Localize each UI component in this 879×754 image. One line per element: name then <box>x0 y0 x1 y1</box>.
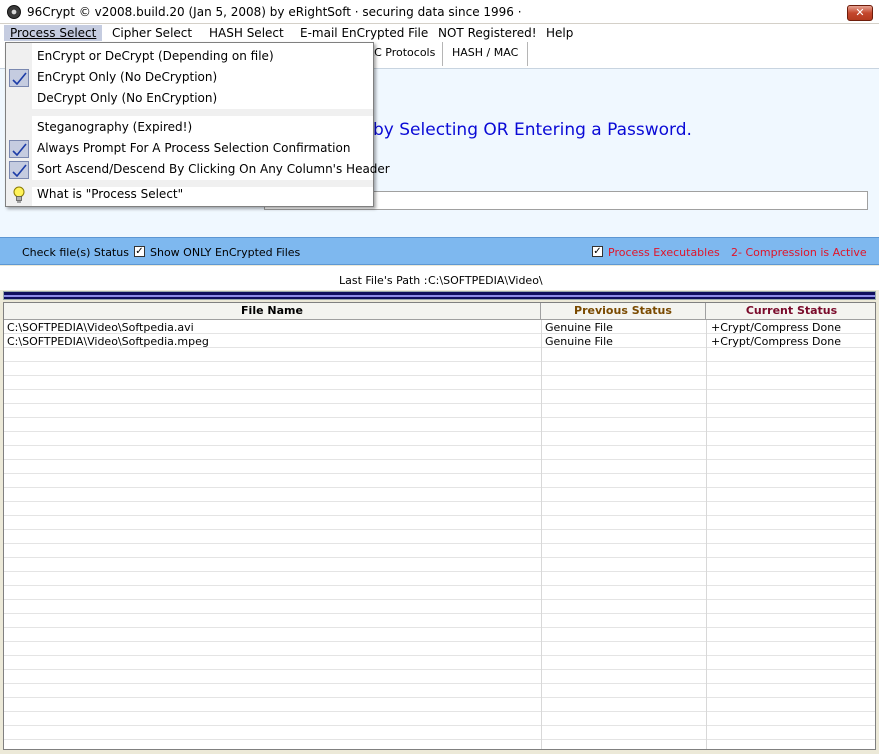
menu-item-label: DeCrypt Only (No EnCryption) <box>37 91 218 105</box>
menu-bar: Process Select Cipher Select HASH Select… <box>0 24 879 42</box>
menu-help[interactable]: Help <box>540 25 579 41</box>
close-button[interactable]: ✕ <box>847 5 873 21</box>
process-executables-label: Process Executables <box>608 246 720 259</box>
menu-process-select-label: Process Select <box>10 26 97 40</box>
menu-item-encrypt-only[interactable]: EnCrypt Only (No DeCryption) <box>6 67 373 88</box>
menu-item-label: Always Prompt For A Process Selection Co… <box>37 141 351 155</box>
menu-item-label: What is "Process Select" <box>37 187 184 201</box>
menu-item-what-is-process-select[interactable]: What is "Process Select" <box>6 184 373 205</box>
menu-email-file[interactable]: E-mail EnCrypted File <box>294 25 434 41</box>
menu-item-decrypt-only[interactable]: DeCrypt Only (No EnCryption) <box>6 88 373 109</box>
column-divider <box>706 320 707 749</box>
tab-hash-mac[interactable]: HASH / MAC <box>442 42 529 66</box>
window-title: 96Crypt © v2008.build.20 (Jan 5, 2008) b… <box>27 5 522 19</box>
last-path-label: Last File's Path : <box>339 274 428 287</box>
last-path-row: Last File's Path : C:\SOFTPEDIA\Video\ <box>0 266 879 290</box>
check-icon <box>9 161 29 179</box>
check-icon <box>9 69 29 87</box>
title-bar: 96Crypt © v2008.build.20 (Jan 5, 2008) b… <box>0 0 879 24</box>
file-grid[interactable]: File Name Previous Status Current Status… <box>3 302 876 750</box>
menu-item-steganography[interactable]: Steganography (Expired!) <box>6 117 373 138</box>
menu-item-label: Sort Ascend/Descend By Clicking On Any C… <box>37 162 390 176</box>
grid-header: File Name Previous Status Current Status <box>4 303 875 320</box>
check-icon <box>9 140 29 158</box>
table-row[interactable]: C:\SOFTPEDIA\Video\Softpedia.mpeg Genuin… <box>4 335 875 349</box>
menu-cipher-select[interactable]: Cipher Select <box>106 25 198 41</box>
process-executables-checkbox[interactable]: ✓ <box>592 246 603 257</box>
cell-file-name: C:\SOFTPEDIA\Video\Softpedia.avi <box>7 321 194 334</box>
menu-cipher-select-label: Cipher Select <box>112 26 193 40</box>
options-bar: Check file(s) Status ✓ Show ONLY EnCrypt… <box>0 237 879 265</box>
banner-text: by Selecting OR Entering a Password. <box>373 120 692 140</box>
header-previous-status[interactable]: Previous Status <box>541 303 706 320</box>
header-current-status[interactable]: Current Status <box>706 303 875 320</box>
menu-item-encrypt-or-decrypt[interactable]: EnCrypt or DeCrypt (Depending on file) <box>6 46 373 67</box>
column-divider <box>541 320 542 749</box>
last-path-value: C:\SOFTPEDIA\Video\ <box>428 274 543 287</box>
menu-email-file-label: E-mail EnCrypted File <box>300 26 429 40</box>
cell-previous-status: Genuine File <box>545 321 613 334</box>
progress-bar <box>3 291 876 300</box>
menu-not-registered[interactable]: NOT Registered! <box>432 25 543 41</box>
menu-help-label: Help <box>546 26 574 40</box>
menu-hash-select-label: HASH Select <box>209 26 284 40</box>
cell-file-name: C:\SOFTPEDIA\Video\Softpedia.mpeg <box>7 335 209 348</box>
compression-status[interactable]: 2- Compression is Active <box>731 246 867 259</box>
process-select-dropdown: EnCrypt or DeCrypt (Depending on file) E… <box>5 42 390 207</box>
menu-item-sort-columns[interactable]: Sort Ascend/Descend By Clicking On Any C… <box>6 159 390 180</box>
check-status-button[interactable]: Check file(s) Status <box>22 246 129 259</box>
header-file-name[interactable]: File Name <box>4 303 541 320</box>
show-only-encrypted-checkbox[interactable]: ✓ <box>134 246 145 257</box>
cell-previous-status: Genuine File <box>545 335 613 348</box>
show-only-encrypted-label: Show ONLY EnCrypted Files <box>150 246 301 259</box>
grid-body <box>4 320 875 749</box>
menu-not-registered-label: NOT Registered! <box>438 26 537 40</box>
table-row[interactable]: C:\SOFTPEDIA\Video\Softpedia.avi Genuine… <box>4 321 875 335</box>
menu-separator <box>6 109 373 116</box>
menu-process-select[interactable]: Process Select <box>4 25 103 41</box>
progress-bar-fill <box>4 295 875 297</box>
menu-item-label: EnCrypt or DeCrypt (Depending on file) <box>37 49 274 63</box>
menu-hash-select[interactable]: HASH Select <box>203 25 290 41</box>
menu-item-label: EnCrypt Only (No DeCryption) <box>37 70 218 84</box>
lightbulb-icon <box>12 186 26 203</box>
app-icon[interactable] <box>7 5 21 19</box>
menu-item-always-prompt[interactable]: Always Prompt For A Process Selection Co… <box>6 138 373 159</box>
menu-item-label: Steganography (Expired!) <box>37 120 193 134</box>
cell-current-status: +Crypt/Compress Done <box>711 335 841 348</box>
cell-current-status: +Crypt/Compress Done <box>711 321 841 334</box>
